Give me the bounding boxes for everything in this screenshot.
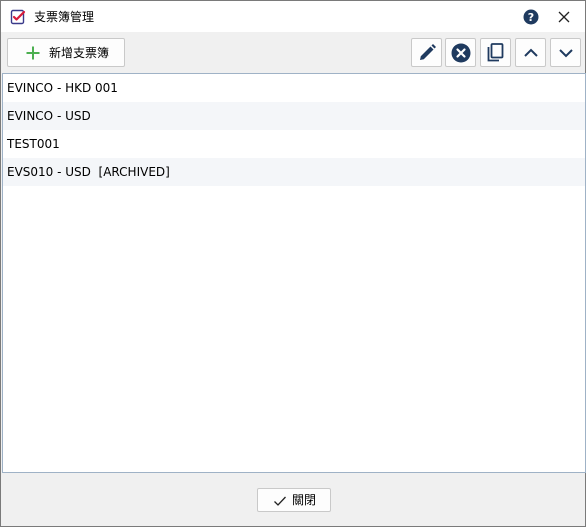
svg-text:?: ?: [528, 11, 534, 24]
checkmark-icon: [274, 496, 286, 506]
checklist-icon: [10, 9, 26, 25]
close-dialog-button[interactable]: 關閉: [257, 488, 331, 512]
chevron-up-icon: [524, 48, 538, 57]
list-item[interactable]: TEST001: [3, 130, 585, 158]
list-item-label: EVINCO - HKD 001: [7, 81, 118, 95]
checkbook-list: EVINCO - HKD 001 EVINCO - USD TEST001 EV…: [2, 73, 586, 473]
list-item-label: EVINCO - USD: [7, 109, 91, 123]
add-checkbook-button[interactable]: 新增支票簿: [7, 38, 125, 67]
title-bar: 支票簿管理 ?: [1, 1, 585, 32]
chevron-down-icon: [559, 49, 573, 58]
list-item[interactable]: EVINCO - USD: [3, 102, 585, 130]
close-dialog-label: 關閉: [292, 493, 317, 507]
toolbar: 新增支票簿: [1, 32, 585, 72]
move-down-button[interactable]: [550, 38, 581, 67]
move-up-button[interactable]: [515, 38, 546, 67]
remove-circle-icon: [451, 43, 471, 63]
help-icon[interactable]: ?: [522, 8, 540, 26]
dialog-window: 支票簿管理 ? 新增支票簿 EVINCO - HKD 001 EVINCO - …: [0, 0, 586, 527]
plus-icon: [26, 46, 40, 60]
edit-button[interactable]: [411, 38, 442, 67]
footer-bar: 關閉: [1, 473, 585, 526]
remove-button[interactable]: [445, 38, 476, 67]
list-item[interactable]: EVS010 - USD [ARCHIVED]: [3, 158, 585, 186]
list-item[interactable]: EVINCO - HKD 001: [3, 74, 585, 102]
close-icon[interactable]: [555, 8, 573, 26]
window-title: 支票簿管理: [34, 10, 95, 24]
pencil-icon: [420, 44, 436, 60]
list-item-label: EVS010 - USD [ARCHIVED]: [7, 165, 170, 179]
list-item-label: TEST001: [7, 137, 60, 151]
copy-icon: [487, 43, 504, 62]
copy-button[interactable]: [480, 38, 511, 67]
add-checkbook-label: 新增支票簿: [49, 46, 110, 60]
